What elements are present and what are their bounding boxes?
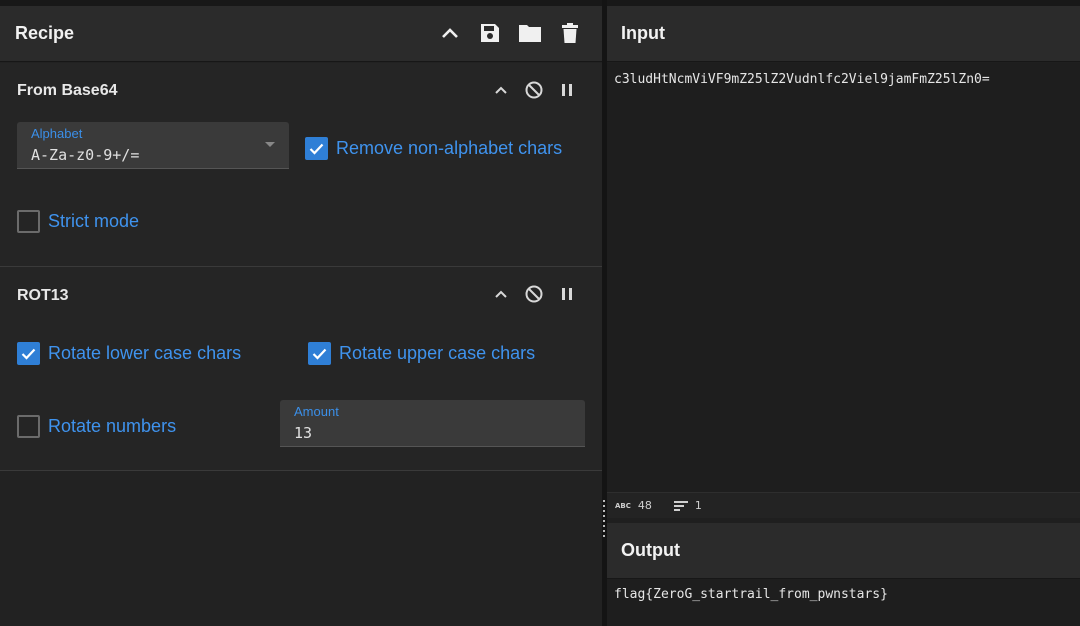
input-textarea[interactable]: c3ludHtNcmViVF9mZ25lZ2Vudnlfc2Viel9jamFm… [607,63,1080,492]
checkbox-label: Rotate upper case chars [339,343,536,363]
amount-label: Amount [294,404,339,419]
pause-icon[interactable] [556,283,578,305]
alphabet-select[interactable]: Alphabet A-Za-z0-9+/= [17,122,289,169]
checkbox-unchecked-icon[interactable] [17,210,40,233]
input-title: Input [621,23,665,43]
rotate-upper-checkbox[interactable]: Rotate upper case chars [308,342,535,365]
op-title: From Base64 [17,82,118,99]
output-title: Output [621,540,680,560]
op-rot13: ROT13 Rotate lower case chars Rotate upp… [0,267,602,471]
op-title: ROT13 [17,287,69,304]
rotate-lower-checkbox[interactable]: Rotate lower case chars [17,342,241,365]
disable-icon[interactable] [523,79,545,101]
chevron-up-icon[interactable] [438,20,462,46]
disable-icon[interactable] [523,283,545,305]
cyberchef-app: Recipe From Base64 Alphabet A-Za-z0-9+/=… [0,0,1080,626]
chevron-up-icon[interactable] [490,283,512,305]
op-from-base64: From Base64 Alphabet A-Za-z0-9+/= Remove… [0,63,602,267]
checkbox-label: Rotate lower case chars [48,343,242,363]
checkbox-label: Rotate numbers [48,416,177,436]
input-status-bar: ABC 48 1 [607,492,1080,518]
remove-non-alphabet-checkbox[interactable]: Remove non-alphabet chars [305,137,562,160]
output-textarea[interactable]: flag{ZeroG_startrail_from_pwnstars} [607,579,1080,626]
lines-icon [673,500,688,511]
trash-icon[interactable] [558,20,582,46]
strict-mode-checkbox[interactable]: Strict mode [17,210,139,233]
length-icon: ABC [615,501,631,510]
checkbox-checked-icon[interactable] [308,342,331,365]
checkbox-label: Remove non-alphabet chars [336,138,563,158]
input-text[interactable]: c3ludHtNcmViVF9mZ25lZ2Vudnlfc2Viel9jamFm… [614,72,990,87]
checkbox-checked-icon[interactable] [305,137,328,160]
folder-icon[interactable] [518,20,542,46]
lines-value: 1 [694,499,702,512]
lines-stat: 1 [673,499,702,512]
amount-value[interactable]: 13 [294,424,312,442]
length-stat: ABC 48 [615,499,652,512]
output-header: Output [607,523,1080,579]
checkbox-unchecked-icon[interactable] [17,415,40,438]
alphabet-label: Alphabet [31,126,83,141]
amount-input[interactable]: Amount 13 [280,400,585,447]
caret-down-icon [265,142,275,147]
recipe-title: Recipe [15,23,75,43]
checkbox-label: Strict mode [48,211,140,231]
save-icon[interactable] [478,20,502,46]
resize-grip-icon[interactable] [603,500,606,540]
input-header: Input [607,6,1080,62]
recipe-header: Recipe [0,6,602,62]
output-text[interactable]: flag{ZeroG_startrail_from_pwnstars} [614,587,888,602]
rotate-numbers-checkbox[interactable]: Rotate numbers [17,415,176,438]
checkbox-checked-icon[interactable] [17,342,40,365]
alphabet-value: A-Za-z0-9+/= [31,146,140,164]
chevron-up-icon[interactable] [490,79,512,101]
length-value: 48 [637,499,652,512]
pause-icon[interactable] [556,79,578,101]
